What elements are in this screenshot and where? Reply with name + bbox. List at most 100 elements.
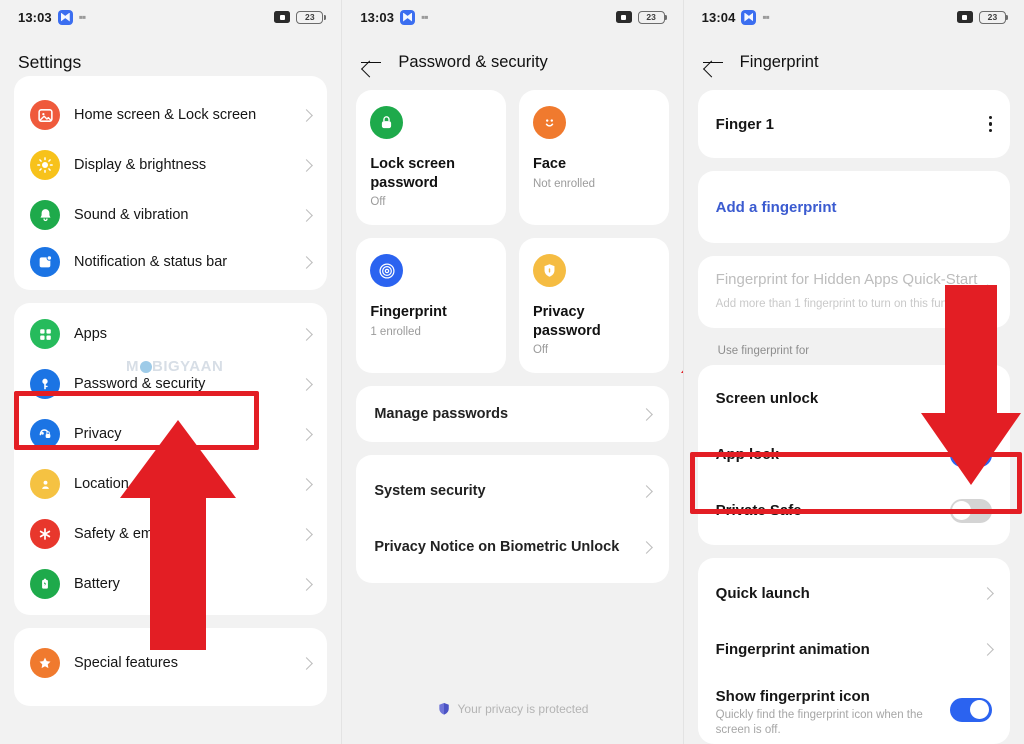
settings-item-safety-emergency[interactable]: Safety & emergency <box>14 509 327 559</box>
hidden-apps-subtitle: Add more than 1 fingerprint to turn on t… <box>715 297 975 310</box>
tile-title: Lock screen password <box>370 156 455 191</box>
row-label: Manage passwords <box>374 406 509 422</box>
tile-status: Off <box>532 344 549 357</box>
settings-group-display: Home screen & Lock screen Display & brig… <box>14 76 328 290</box>
settings-item-label: Apps <box>74 326 108 342</box>
chevron-right-icon <box>300 255 314 269</box>
more-notifications-icon: ▪▪ <box>78 10 86 24</box>
tile-status: Not enrolled <box>532 177 595 190</box>
chevron-right-icon <box>981 643 994 656</box>
fingerprint-scroll[interactable]: Finger 1 Add a fingerprint Fingerprint f… <box>684 90 1024 744</box>
settings-item-display-brightness[interactable]: Display & brightness <box>14 140 327 190</box>
sun-icon <box>30 150 60 180</box>
chevron-right-icon <box>639 540 653 554</box>
back-icon[interactable] <box>360 51 382 73</box>
card-hidden-apps-quickstart: Fingerprint for Hidden Apps Quick-Start … <box>697 256 1010 328</box>
tile-title: Face <box>532 156 567 172</box>
screen-unlock-toggle[interactable] <box>949 386 992 411</box>
settings-item-apps[interactable]: Apps <box>14 309 327 359</box>
private-safe-toggle[interactable] <box>949 498 992 523</box>
kebab-menu-icon[interactable] <box>988 116 992 132</box>
shield-check-icon <box>437 701 451 716</box>
settings-item-label: Privacy <box>74 426 122 442</box>
row-fingerprint-animation[interactable]: Fingerprint animation <box>698 622 1010 678</box>
show-fingerprint-icon-text: Show fingerprint icon Quickly find the f… <box>716 688 936 738</box>
photo-icon <box>30 100 60 130</box>
page-title: Settings <box>18 51 82 72</box>
group-system-security: System security Privacy Notice on Biomet… <box>356 455 669 583</box>
settings-item-label: Sound & vibration <box>74 207 189 223</box>
add-fingerprint-label: Add a fingerprint <box>715 198 837 216</box>
settings-scroll[interactable]: Home screen & Lock screen Display & brig… <box>0 76 341 706</box>
messaging-app-icon <box>741 9 757 25</box>
battery-indicator: 23 <box>978 10 1009 24</box>
settings-item-sound-vibration[interactable]: Sound & vibration <box>14 190 327 240</box>
row-finger-1[interactable]: Finger 1 <box>698 96 1010 152</box>
location-icon <box>30 469 60 499</box>
row-manage-passwords[interactable]: Manage passwords <box>356 386 668 442</box>
row-show-fingerprint-icon[interactable]: Show fingerprint icon Quickly find the f… <box>698 678 1010 740</box>
row-label: Screen unlock <box>715 390 819 408</box>
settings-item-label: Safety & emergency <box>74 526 205 542</box>
chevron-right-icon <box>300 527 314 541</box>
settings-item-special-features[interactable]: Special features <box>14 638 327 688</box>
show-fingerprint-icon-toggle[interactable] <box>949 697 992 722</box>
settings-group-special: Special features <box>14 628 328 706</box>
row-system-security[interactable]: System security <box>356 463 668 519</box>
row-quick-launch[interactable]: Quick launch <box>698 566 1010 622</box>
row-screen-unlock[interactable]: Screen unlock <box>698 371 1010 427</box>
row-label: Private Safe <box>715 502 802 520</box>
chevron-right-icon <box>639 407 653 421</box>
status-bar-panel1: 13:03 ▪▪ 23 <box>0 0 341 34</box>
finger-name: Finger 1 <box>715 115 775 133</box>
lock-icon <box>370 106 404 139</box>
bell-icon <box>30 200 60 230</box>
chevron-right-icon <box>981 587 994 600</box>
tile-title: Fingerprint <box>370 304 447 320</box>
card-finger-1: Finger 1 <box>697 90 1010 158</box>
settings-group-security: Apps Password & security Privacy Locatio… <box>14 303 328 615</box>
page-title: Fingerprint <box>739 52 819 71</box>
password-security-scroll[interactable]: Lock screen password Off Face Not enroll… <box>342 90 682 583</box>
mute-icon <box>274 11 291 23</box>
tile-lock-screen-password[interactable]: Lock screen password Off <box>356 90 506 225</box>
settings-item-label: Location <box>74 476 129 492</box>
messaging-app-icon <box>57 9 73 25</box>
settings-item-home-lock-screen[interactable]: Home screen & Lock screen <box>14 90 327 140</box>
more-notifications-icon: ▪▪ <box>762 10 769 24</box>
key-icon <box>30 369 60 399</box>
panel-password-security: 13:03 ▪▪ 23 Password & security Lock scr… <box>341 0 683 744</box>
settings-item-privacy[interactable]: Privacy <box>14 409 327 459</box>
privacy-hand-icon <box>30 419 60 449</box>
mute-icon <box>956 11 973 23</box>
row-app-lock[interactable]: App lock <box>698 427 1010 483</box>
row-add-fingerprint[interactable]: Add a fingerprint <box>698 179 1010 235</box>
apps-grid-icon <box>30 319 60 349</box>
fingerprint-icon <box>370 254 404 287</box>
battery-icon <box>30 569 60 599</box>
settings-item-password-security[interactable]: Password & security <box>14 359 327 409</box>
settings-item-label: Battery <box>74 576 120 592</box>
settings-item-battery[interactable]: Battery <box>14 559 327 609</box>
privacy-protected-text: Your privacy is protected <box>457 701 589 716</box>
more-notifications-icon: ▪▪ <box>421 10 428 24</box>
tile-status: Off <box>370 196 386 209</box>
tile-face[interactable]: Face Not enrolled <box>518 90 669 225</box>
row-private-safe[interactable]: Private Safe <box>698 483 1010 539</box>
tile-fingerprint[interactable]: Fingerprint 1 enrolled <box>356 238 506 373</box>
status-bar-panel3: 13:04 ▪▪ 23 <box>684 0 1024 34</box>
star-icon <box>30 648 60 678</box>
tile-privacy-password[interactable]: Privacy password Off <box>518 238 669 373</box>
fingerprint-appbar: Fingerprint <box>684 34 1024 90</box>
shield-icon <box>532 254 566 287</box>
settings-item-notification-status-bar[interactable]: Notification & status bar <box>14 240 327 290</box>
back-icon[interactable] <box>702 51 724 73</box>
app-lock-toggle[interactable] <box>949 442 992 467</box>
settings-item-location[interactable]: Location <box>14 459 327 509</box>
chevron-right-icon <box>300 208 314 222</box>
status-bar-left: 13:03 ▪▪ <box>360 9 429 25</box>
battery-indicator: 23 <box>296 10 326 24</box>
battery-indicator: 23 <box>637 10 668 24</box>
row-label: Quick launch <box>715 585 810 603</box>
row-privacy-notice-biometric[interactable]: Privacy Notice on Biometric Unlock <box>356 519 668 575</box>
